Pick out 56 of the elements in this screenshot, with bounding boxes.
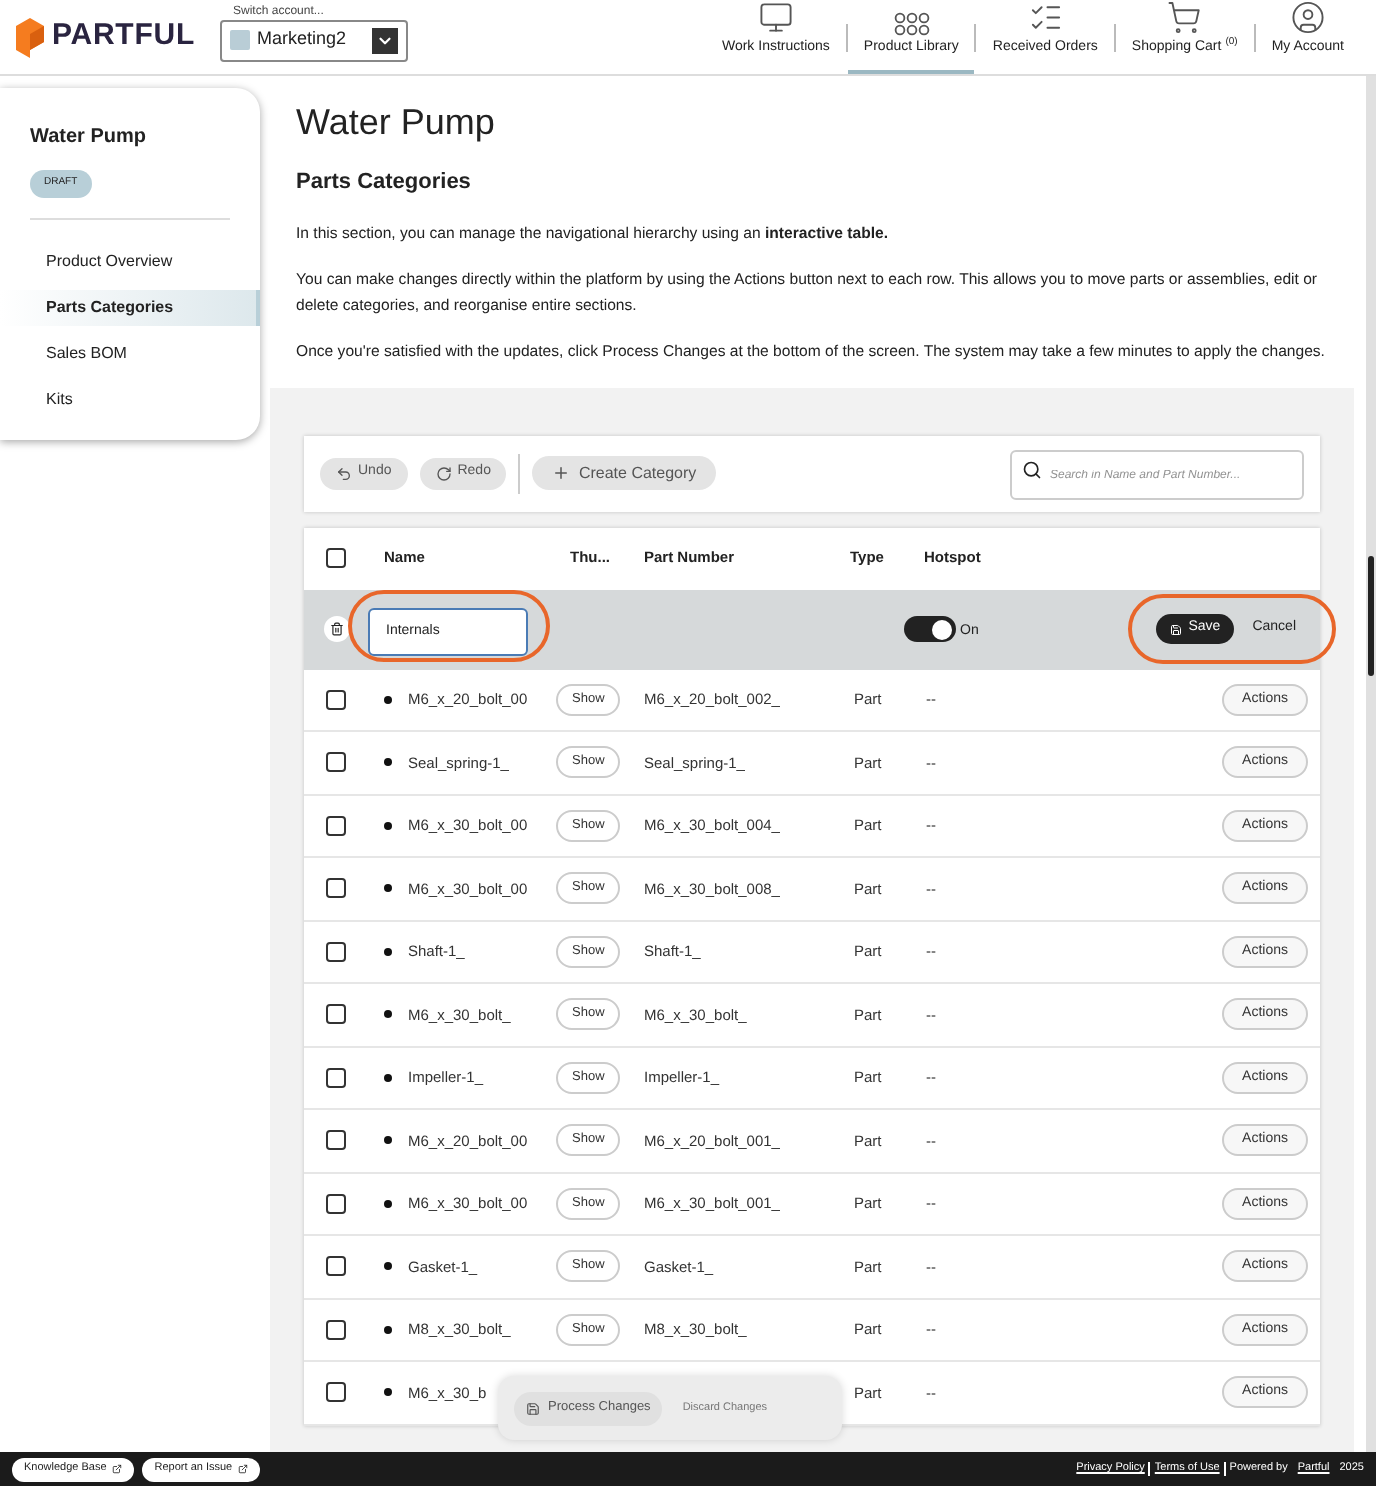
checkbox[interactable] [326,878,346,899]
save-icon [526,1401,540,1415]
bullet-icon [384,821,392,830]
logo-icon [16,17,44,57]
checkbox[interactable] [326,1319,346,1340]
sidebar-item[interactable]: Product Overview [0,244,260,280]
bullet-icon [384,1325,392,1334]
checkbox[interactable] [326,941,346,962]
monitor-icon [757,0,794,35]
external-link-icon [112,1464,123,1474]
dropdown-caret-icon [371,27,398,53]
bullet-icon [384,1136,392,1145]
account-select[interactable]: Marketing2 [219,19,408,61]
sidebar-item[interactable]: Sales BOM [0,336,260,372]
page-title: Water Pump [296,100,497,144]
checkbox[interactable] [326,1256,346,1277]
dots-grid-icon [891,11,932,35]
bullet-icon [384,1010,392,1019]
checkbox[interactable] [326,1382,346,1403]
account-avatar-icon [229,30,250,50]
bullet-icon [384,758,392,767]
user-icon [1289,0,1326,35]
sidebar-item[interactable]: Parts Categories [0,290,260,326]
sidebar-item[interactable]: Kits [0,382,260,418]
checkbox[interactable] [326,548,346,568]
checkbox[interactable] [326,815,346,836]
bullet-icon [384,1073,392,1082]
checkbox[interactable] [326,1193,346,1214]
bullet-icon [384,695,392,704]
scrollbar-thumb[interactable] [1368,556,1374,676]
checklist-icon [1027,0,1064,35]
checkbox[interactable] [326,752,346,773]
checkbox[interactable] [326,1004,346,1025]
bullet-icon [384,1388,392,1397]
bullet-icon [384,1199,392,1208]
account-name: Marketing2 [257,26,349,53]
product-title: Water Pump [30,124,148,152]
bullet-icon [384,884,392,893]
bullet-icon [384,1262,392,1271]
cart-icon [1166,0,1203,35]
external-link-icon [238,1464,249,1474]
section-heading: Parts Categories [296,168,473,198]
save-icon [1170,623,1183,635]
hotspot-toggle[interactable] [904,616,956,642]
brand-name: PARTFUL [52,16,196,57]
redo-icon [435,465,452,481]
checkbox[interactable] [326,1067,346,1088]
search-icon [1022,459,1042,480]
create-category-button[interactable]: Create Category [532,456,717,490]
trash-icon [329,622,343,636]
bullet-icon [384,947,392,956]
delete-button[interactable] [323,616,349,642]
checkbox[interactable] [326,1130,346,1151]
plus-icon [552,464,571,482]
undo-icon [336,465,352,481]
checkbox[interactable] [326,689,346,710]
